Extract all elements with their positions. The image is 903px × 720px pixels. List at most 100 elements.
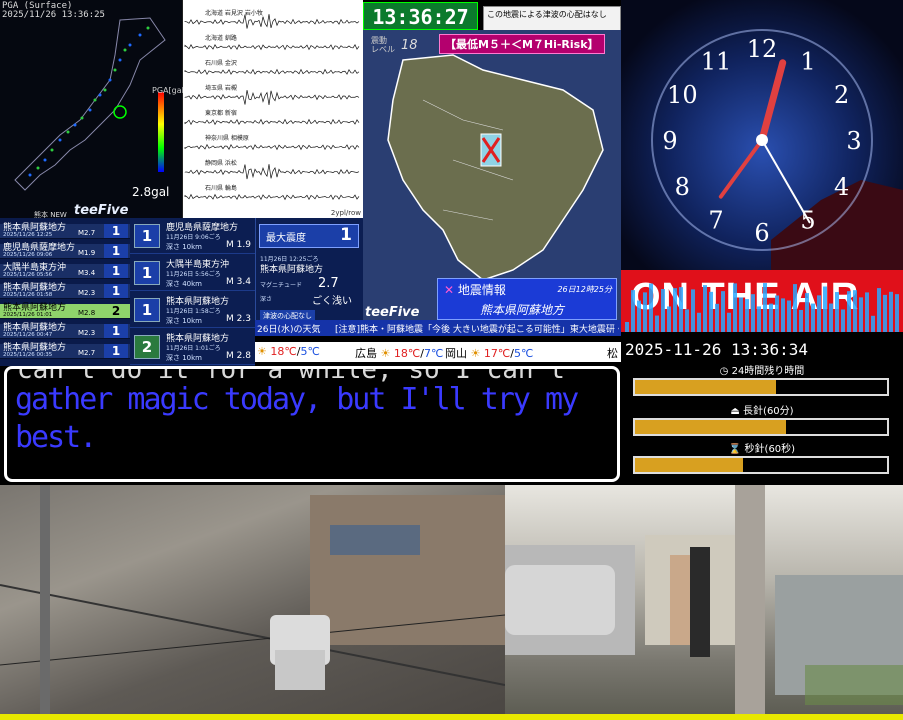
waveform-station-label: 北海道 岩見沢 岩小牧 — [205, 10, 263, 17]
quake-shindo: 1 — [104, 264, 128, 278]
equalizer-bar — [733, 283, 737, 332]
clock-numeral: 4 — [834, 173, 849, 201]
waveform-trace — [184, 193, 360, 201]
datetime-readout: 2025-11-26 13:36:34 — [625, 340, 809, 359]
detail-time: 11月26日 1:01ごろ — [166, 345, 221, 352]
quake-detail-list: 1 鹿児島県薩摩地方 11月26日 9:06ごろ 深さ 10km M 1.9 1 大隅半島東… — [130, 218, 255, 366]
quake-list-item[interactable]: 熊本県阿蘇地方 2025/11/26 01:58 M2.3 1 — [0, 284, 130, 299]
gal-readout: 2.8gal — [132, 185, 170, 199]
equalizer-bar — [745, 299, 749, 332]
max-shindo-bar: 最大震度 1 — [259, 224, 359, 248]
audio-equalizer — [625, 283, 899, 332]
minute-hand — [718, 138, 764, 199]
quake-list-item[interactable]: 鹿児島県薩摩地方 2025/11/26 09:06 M1.9 1 — [0, 244, 130, 259]
waveform-trace — [184, 68, 360, 76]
equalizer-bar — [823, 286, 827, 332]
waveform-station-label: 石川県 輪島 — [205, 185, 237, 192]
detail-shindo: 1 — [134, 224, 160, 248]
quake-info-time: 26日12時25分 — [557, 285, 612, 294]
clock-numeral: 11 — [701, 47, 732, 75]
quake-date: 2025/11/26 00:47 — [3, 332, 53, 338]
waveform-station-label: 東京都 新宿 — [205, 110, 237, 117]
clock-numeral: 12 — [747, 35, 778, 63]
detail-magnitude: M 1.9 — [226, 240, 251, 250]
quake-detail-item[interactable]: 1 熊本県阿蘇地方 11月26日 1:58ごろ 深さ 10km M 2.3 — [130, 292, 255, 328]
quake-detail-item[interactable]: 2 熊本県阿蘇地方 11月26日 1:01ごろ 深さ 10km M 2.8 — [130, 329, 255, 365]
clock-numeral: 7 — [708, 207, 723, 235]
equalizer-bar — [751, 294, 755, 332]
equalizer-bar — [673, 288, 677, 332]
quake-list-item[interactable]: 熊本県阿蘇地方 2025/11/26 12:25 M2.7 1 — [0, 224, 130, 239]
sun-icon: ☀ — [257, 345, 267, 358]
equalizer-bar — [817, 295, 821, 332]
detail-shindo: 2 — [134, 335, 160, 359]
waveform-trace — [184, 118, 360, 126]
max-shindo-label: 最大震度 — [266, 233, 306, 244]
equalizer-bar — [841, 309, 845, 332]
equalizer-bar — [709, 291, 713, 332]
waveform-station-label: 神奈川県 相模原 — [205, 135, 249, 142]
weather-high: 18℃ — [270, 345, 297, 358]
equalizer-bar — [829, 303, 833, 332]
quake-list-item[interactable]: 熊本県阿蘇地方 2025/11/26 01:01 M2.8 2 — [0, 304, 130, 319]
quake-info-title: ✕ 地震情報 — [444, 283, 506, 297]
equalizer-bar — [757, 306, 761, 332]
detail-depth: 深さ 10km — [166, 243, 203, 251]
quake-list-item[interactable]: 熊本県阿蘇地方 2025/11/26 00:47 M2.3 1 — [0, 324, 130, 339]
waveform-station-label: 埼玉県 岩槻 — [205, 85, 237, 92]
waveform-trace — [184, 44, 360, 51]
detail-time: 11月26日 1:58ごろ — [166, 308, 221, 315]
equalizer-bar — [649, 283, 653, 332]
clock-numeral: 9 — [662, 127, 677, 155]
quake-shindo: 1 — [104, 244, 128, 258]
equalizer-bar — [685, 309, 689, 332]
equalizer-bar — [865, 292, 869, 332]
clock-center — [756, 134, 768, 146]
quake-magnitude: M2.7 — [78, 349, 96, 357]
quake-magnitude: M2.3 — [78, 289, 96, 297]
brand-logo: teeFive — [74, 203, 129, 218]
equalizer-bar — [679, 287, 683, 332]
equalizer-bar — [661, 289, 665, 332]
quake-magnitude: M2.3 — [78, 329, 96, 337]
waveform-station-label: 静岡県 浜松 — [205, 160, 237, 167]
magnitude-value: 2.7 — [318, 276, 339, 291]
clock-numeral: 3 — [846, 127, 861, 155]
equalizer-bar — [799, 309, 803, 332]
weather-city: 広島 — [355, 347, 377, 360]
dialog-box: can't do it for a while, so I can't gath… — [4, 366, 620, 482]
tsunami-notice: この地震による津波の心配はなし — [483, 6, 621, 32]
second-hand-fill — [635, 458, 744, 472]
quake-shindo: 1 — [104, 324, 128, 338]
quake-list-item[interactable]: 熊本県阿蘇地方 2025/11/26 00:35 M2.7 1 — [0, 344, 130, 359]
quake-date: 2025/11/26 01:01 — [3, 312, 53, 318]
shindo-level-value: 18 — [401, 38, 418, 53]
detail-depth: 深さ 10km — [166, 354, 203, 362]
quake-list-header: 熊本 NEW — [34, 211, 67, 219]
quake-list-item[interactable]: 大隅半島東方沖 2025/11/26 05:56 M3.4 1 — [0, 264, 130, 279]
quake-date: 2025/11/26 05:56 — [3, 272, 53, 278]
clock-numeral: 10 — [667, 81, 698, 109]
quake-detail-item[interactable]: 1 鹿児島県薩摩地方 11月26日 9:06ごろ 深さ 10km M 1.9 — [130, 218, 255, 254]
risk-label: 【最低M５＋＜M７Hi-Risk】 — [439, 34, 605, 54]
max-place: 熊本県阿蘇地方 — [260, 265, 324, 275]
equalizer-bar — [643, 292, 647, 332]
quake-detail-item[interactable]: 1 大隅半島東方沖 11月26日 5:56ごろ 深さ 40km M 3.4 — [130, 255, 255, 291]
equalizer-bar — [871, 315, 875, 332]
quake-magnitude: M2.7 — [78, 229, 96, 237]
street-scene — [0, 485, 506, 720]
detail-time: 11月26日 5:56ごろ — [166, 271, 221, 278]
equalizer-bar — [739, 297, 743, 332]
brand-logo: teeFive — [365, 305, 420, 320]
quake-magnitude: M1.9 — [78, 249, 96, 257]
magnitude-label: マグニチュード — [260, 282, 303, 289]
bottom-border — [0, 714, 903, 720]
max-shindo-value: 1 — [340, 225, 352, 245]
equalizer-bar — [703, 285, 707, 332]
dialog-text: gather magic today, but I'll try my best… — [15, 382, 579, 455]
quake-date: 2025/11/26 00:35 — [3, 352, 53, 358]
equalizer-bar — [847, 291, 851, 332]
detail-shindo: 1 — [134, 298, 160, 322]
quake-shindo: 1 — [104, 224, 128, 238]
weather-item: 岡山 ☀ 17℃/5℃ — [445, 347, 534, 360]
